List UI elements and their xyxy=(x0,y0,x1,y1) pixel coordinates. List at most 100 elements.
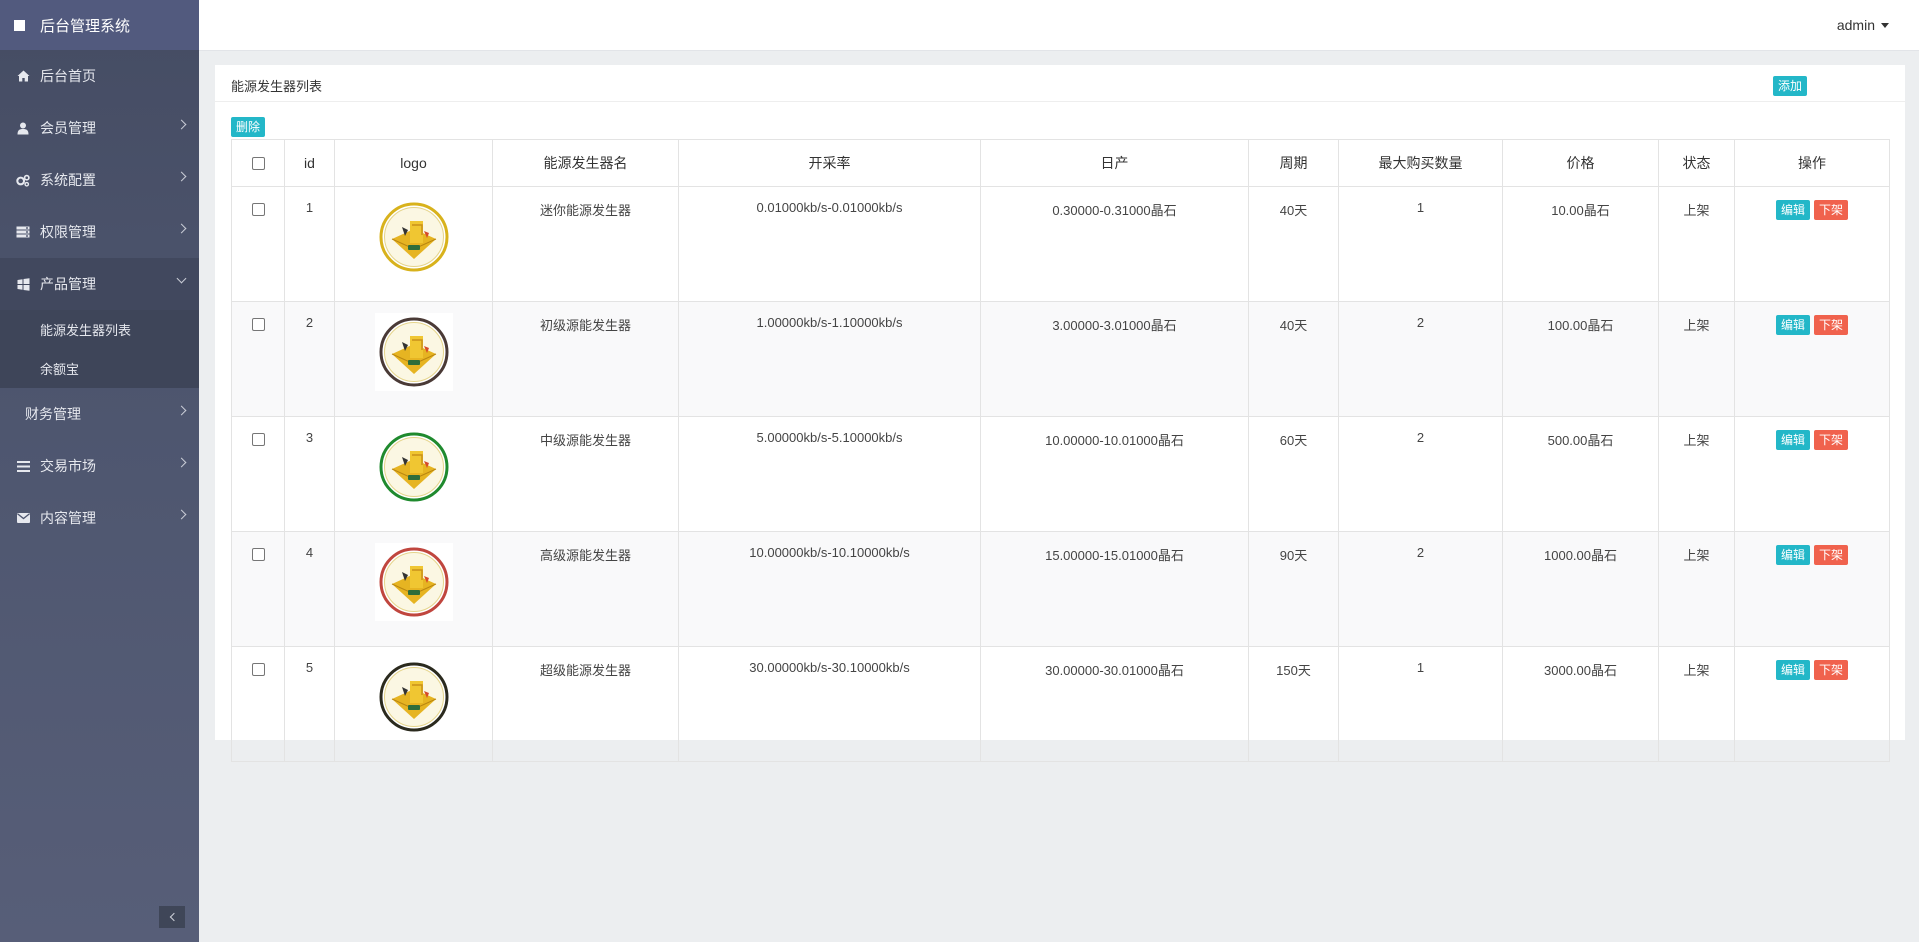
sidebar-item-products[interactable]: 产品管理 xyxy=(0,258,199,310)
period-cell: 60天 xyxy=(1248,416,1339,532)
chevron-right-icon xyxy=(176,405,187,416)
logo-cell xyxy=(334,646,493,762)
edit-button[interactable]: 编辑 xyxy=(1775,660,1810,680)
id-cell: 4 xyxy=(284,531,335,647)
username: admin xyxy=(1836,17,1875,33)
logo-cell xyxy=(334,186,493,302)
period-cell: 150天 xyxy=(1248,646,1339,762)
sidebar-item-label: 交易市场 xyxy=(40,458,96,474)
price-cell: 100.00晶石 xyxy=(1502,301,1659,417)
list-icon xyxy=(16,460,30,472)
unlist-button[interactable]: 下架 xyxy=(1814,315,1849,335)
column-header-status: 状态 xyxy=(1658,139,1735,187)
rate-cell: 5.00000kb/s-5.10000kb/s xyxy=(678,416,981,532)
edit-button[interactable]: 编辑 xyxy=(1775,315,1810,335)
max-buy-cell: 1 xyxy=(1338,646,1503,762)
status-cell: 上架 xyxy=(1658,186,1735,302)
generator-logo xyxy=(374,428,453,506)
column-header-logo: logo xyxy=(334,139,493,187)
name-cell: 高级源能发生器 xyxy=(492,531,679,647)
user-menu[interactable]: admin xyxy=(1837,17,1889,33)
envelope-icon xyxy=(16,513,30,523)
id-cell: 1 xyxy=(284,186,335,302)
actions-cell: 编辑 下架 xyxy=(1734,186,1890,302)
actions-cell: 编辑 下架 xyxy=(1734,416,1890,532)
sidebar-subitem-generator-list[interactable]: 能源发生器列表 xyxy=(0,310,199,349)
row-select-cell xyxy=(231,186,285,302)
panel-header: 能源发生器列表 添加 xyxy=(215,65,1905,102)
sidebar-item-market[interactable]: 交易市场 xyxy=(0,440,199,492)
add-button[interactable]: 添加 xyxy=(1773,76,1808,96)
column-header-id: id xyxy=(284,139,335,187)
chevron-right-icon xyxy=(176,457,187,468)
sidebar-item-permissions[interactable]: 权限管理 xyxy=(0,206,199,258)
column-header-rate: 开采率 xyxy=(678,139,981,187)
delete-button[interactable]: 删除 xyxy=(231,117,266,137)
sidebar-item-content[interactable]: 内容管理 xyxy=(0,492,199,544)
status-cell: 上架 xyxy=(1658,531,1735,647)
sidebar-item-members[interactable]: 会员管理 xyxy=(0,102,199,154)
products-submenu: 能源发生器列表 余额宝 xyxy=(0,310,199,388)
user-icon xyxy=(16,122,30,135)
actions-cell: 编辑 下架 xyxy=(1734,301,1890,417)
sidebar-item-finance[interactable]: 财务管理 xyxy=(0,388,199,440)
sidebar-item-label: 系统配置 xyxy=(40,172,96,188)
edit-button[interactable]: 编辑 xyxy=(1775,545,1810,565)
sidebar-subitem-yuebao[interactable]: 余额宝 xyxy=(0,349,199,388)
home-icon xyxy=(16,70,30,82)
select-all-checkbox[interactable] xyxy=(251,156,265,170)
column-header-period: 周期 xyxy=(1248,139,1339,187)
unlist-button[interactable]: 下架 xyxy=(1814,545,1849,565)
row-select-cell xyxy=(231,646,285,762)
top-header: admin xyxy=(199,0,1919,51)
sidebar-item-system-config[interactable]: 系统配置 xyxy=(0,154,199,206)
edit-button[interactable]: 编辑 xyxy=(1775,430,1810,450)
unlist-button[interactable]: 下架 xyxy=(1814,200,1849,220)
windows-icon xyxy=(16,277,30,291)
app-brand[interactable]: 后台管理系统 xyxy=(0,0,199,50)
rate-cell: 1.00000kb/s-1.10000kb/s xyxy=(678,301,981,417)
sidebar-subitem-label: 余额宝 xyxy=(40,362,80,377)
logo-cell xyxy=(334,416,493,532)
max-buy-cell: 2 xyxy=(1338,301,1503,417)
max-buy-cell: 2 xyxy=(1338,531,1503,647)
server-icon xyxy=(16,226,30,238)
row-checkbox[interactable] xyxy=(251,433,265,446)
unlist-button[interactable]: 下架 xyxy=(1814,660,1849,680)
generator-table: id logo 能源发生器名 开采率 日产 周期 最大购买数量 价格 状态 操作… xyxy=(231,139,1890,762)
generator-list-panel: 能源发生器列表 添加 删除 id logo 能源发生器名 开采率 日产 周期 最… xyxy=(215,65,1905,762)
max-buy-cell: 1 xyxy=(1338,186,1503,302)
table-row: 1 迷你能源发生器 0.01000kb/s-0.01000kb/s 0.3000… xyxy=(231,186,1890,302)
select-all-cell xyxy=(231,139,285,187)
sidebar-collapse-button[interactable] xyxy=(159,906,185,928)
status-cell: 上架 xyxy=(1658,646,1735,762)
panel-title: 能源发生器列表 xyxy=(231,79,323,94)
logo-cell xyxy=(334,531,493,647)
row-checkbox[interactable] xyxy=(251,318,265,331)
row-checkbox[interactable] xyxy=(251,203,265,216)
logo-cell xyxy=(334,301,493,417)
name-cell: 超级能源发生器 xyxy=(492,646,679,762)
rate-cell: 30.00000kb/s-30.10000kb/s xyxy=(678,646,981,762)
sidebar-item-home[interactable]: 后台首页 xyxy=(0,50,199,102)
chevron-right-icon xyxy=(176,171,187,182)
name-cell: 迷你能源发生器 xyxy=(492,186,679,302)
generator-logo xyxy=(374,658,453,736)
row-select-cell xyxy=(231,531,285,647)
table-row: 3 中级源能发生器 5.00000kb/s-5.10000kb/s 10.000… xyxy=(231,416,1890,532)
chevron-right-icon xyxy=(176,509,187,520)
sidebar-item-label: 后台首页 xyxy=(40,68,96,84)
daily-cell: 30.00000-30.01000晶石 xyxy=(980,646,1249,762)
name-cell: 初级源能发生器 xyxy=(492,301,679,417)
column-header-name: 能源发生器名 xyxy=(492,139,679,187)
gears-icon xyxy=(16,174,30,187)
daily-cell: 0.30000-0.31000晶石 xyxy=(980,186,1249,302)
column-header-daily: 日产 xyxy=(980,139,1249,187)
row-checkbox[interactable] xyxy=(251,663,265,676)
max-buy-cell: 2 xyxy=(1338,416,1503,532)
edit-button[interactable]: 编辑 xyxy=(1775,200,1810,220)
unlist-button[interactable]: 下架 xyxy=(1814,430,1849,450)
row-checkbox[interactable] xyxy=(251,548,265,561)
table-row: 2 初级源能发生器 1.00000kb/s-1.10000kb/s 3.0000… xyxy=(231,301,1890,417)
row-select-cell xyxy=(231,301,285,417)
